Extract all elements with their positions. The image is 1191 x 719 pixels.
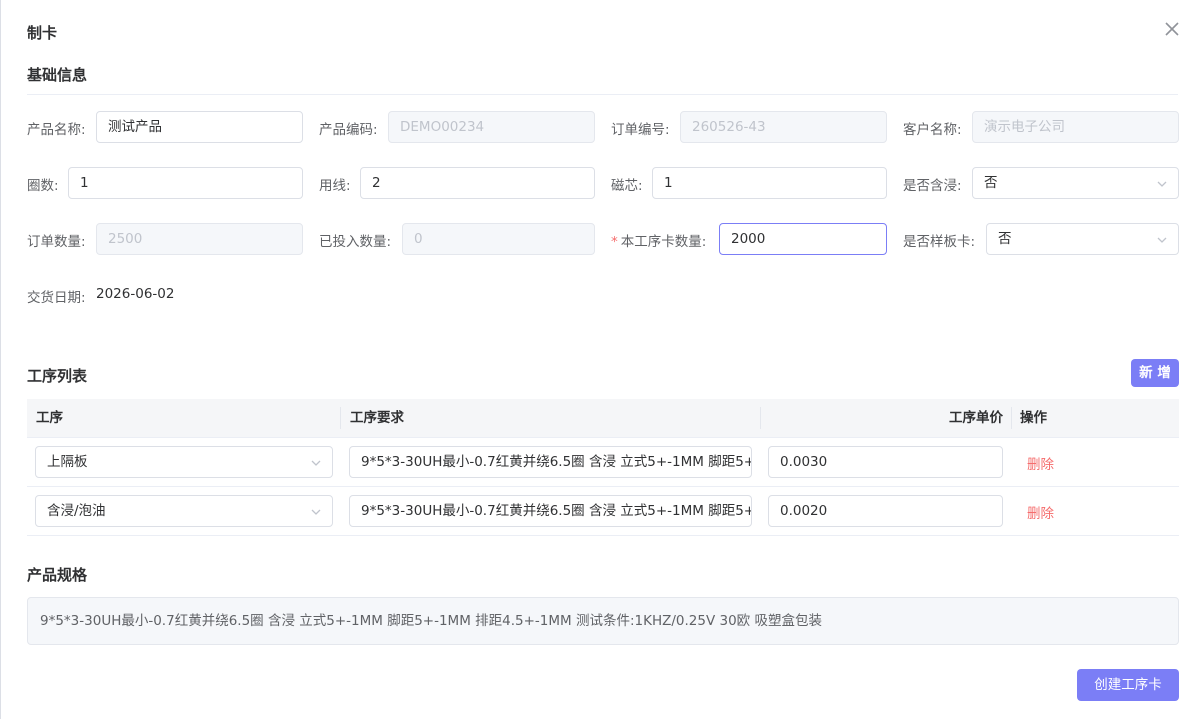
chevron-down-icon xyxy=(311,509,321,515)
process-select[interactable]: 上隔板 xyxy=(35,446,333,478)
chevron-down-icon xyxy=(311,460,321,466)
delivery-value: 2026-06-02 xyxy=(96,286,175,302)
card-qty-label: * 本工序卡数量: xyxy=(611,230,706,250)
column-header-requirement: 工序要求 xyxy=(350,410,404,426)
requirement-input[interactable]: 9*5*3-30UH最小-0.7红黄并绕6.5圈 含浸 立式5+-1MM 脚距5… xyxy=(349,495,752,527)
column-divider xyxy=(1011,407,1012,429)
core-label: 磁芯: xyxy=(611,178,643,194)
add-process-button[interactable]: 新 增 xyxy=(1131,359,1179,387)
column-divider xyxy=(760,407,761,429)
price-input[interactable]: 0.0030 xyxy=(768,446,1003,478)
product-spec-title: 产品规格 xyxy=(27,566,88,584)
order-no-input: 260526-43 xyxy=(680,111,887,143)
column-header-action: 操作 xyxy=(1020,410,1047,426)
product-code-input: DEMO00234 xyxy=(388,111,595,143)
turns-label: 圈数: xyxy=(27,178,59,194)
row-divider xyxy=(27,486,1179,487)
column-header-price: 工序单价 xyxy=(949,410,1003,426)
card-qty-label-text: 本工序卡数量: xyxy=(620,234,707,250)
process-select[interactable]: 含浸/泡油 xyxy=(35,495,333,527)
delete-row-link[interactable]: 删除 xyxy=(1027,453,1054,473)
product-name-label: 产品名称: xyxy=(27,122,86,138)
create-card-button[interactable]: 创建工序卡 xyxy=(1077,669,1179,701)
delete-row-link[interactable]: 删除 xyxy=(1027,502,1054,522)
process-list-title: 工序列表 xyxy=(27,367,88,385)
chevron-down-icon xyxy=(1157,237,1167,243)
sample-select[interactable]: 否 xyxy=(986,223,1179,255)
process-select-value: 上隔板 xyxy=(47,454,88,470)
dialog-title: 制卡 xyxy=(27,24,58,42)
sample-select-value: 否 xyxy=(998,231,1012,247)
close-icon[interactable] xyxy=(1161,18,1183,40)
product-code-label: 产品编码: xyxy=(319,122,378,138)
wire-label: 用线: xyxy=(319,178,351,194)
input-qty-label: 已投入数量: xyxy=(319,234,392,250)
requirement-input[interactable]: 9*5*3-30UH最小-0.7红黄并绕6.5圈 含浸 立式5+-1MM 脚距5… xyxy=(349,446,752,478)
turns-input[interactable]: 1 xyxy=(68,167,303,199)
product-name-input[interactable]: 测试产品 xyxy=(96,111,303,143)
dip-select[interactable]: 否 xyxy=(972,167,1179,199)
column-header-process: 工序 xyxy=(36,410,63,426)
column-divider xyxy=(340,407,341,429)
dip-label: 是否含浸: xyxy=(903,178,962,194)
customer-input: 演示电子公司 xyxy=(972,111,1179,143)
dip-select-value: 否 xyxy=(984,175,998,191)
make-card-dialog: 制卡 基础信息 产品名称: 测试产品 产品编码: DEMO00234 订单编号:… xyxy=(0,0,1191,719)
order-qty-label: 订单数量: xyxy=(27,234,86,250)
required-mark: * xyxy=(611,234,618,250)
core-input[interactable]: 1 xyxy=(652,167,887,199)
basic-info-divider xyxy=(27,94,1178,95)
card-qty-input[interactable]: 2000 xyxy=(719,223,887,255)
order-no-label: 订单编号: xyxy=(611,122,670,138)
price-input[interactable]: 0.0020 xyxy=(768,495,1003,527)
order-qty-input: 2500 xyxy=(96,223,303,255)
process-table-header: 工序 工序要求 工序单价 操作 xyxy=(27,399,1179,437)
wire-input[interactable]: 2 xyxy=(360,167,595,199)
customer-label: 客户名称: xyxy=(903,122,962,138)
process-select-value: 含浸/泡油 xyxy=(47,503,106,519)
sample-label: 是否样板卡: xyxy=(903,234,976,250)
product-spec-text: 9*5*3-30UH最小-0.7红黄并绕6.5圈 含浸 立式5+-1MM 脚距5… xyxy=(27,597,1179,645)
row-divider xyxy=(27,535,1179,536)
basic-info-title: 基础信息 xyxy=(27,66,88,84)
row-divider xyxy=(27,437,1179,438)
input-qty-input: 0 xyxy=(402,223,595,255)
delivery-label: 交货日期: xyxy=(27,290,86,306)
chevron-down-icon xyxy=(1157,181,1167,187)
